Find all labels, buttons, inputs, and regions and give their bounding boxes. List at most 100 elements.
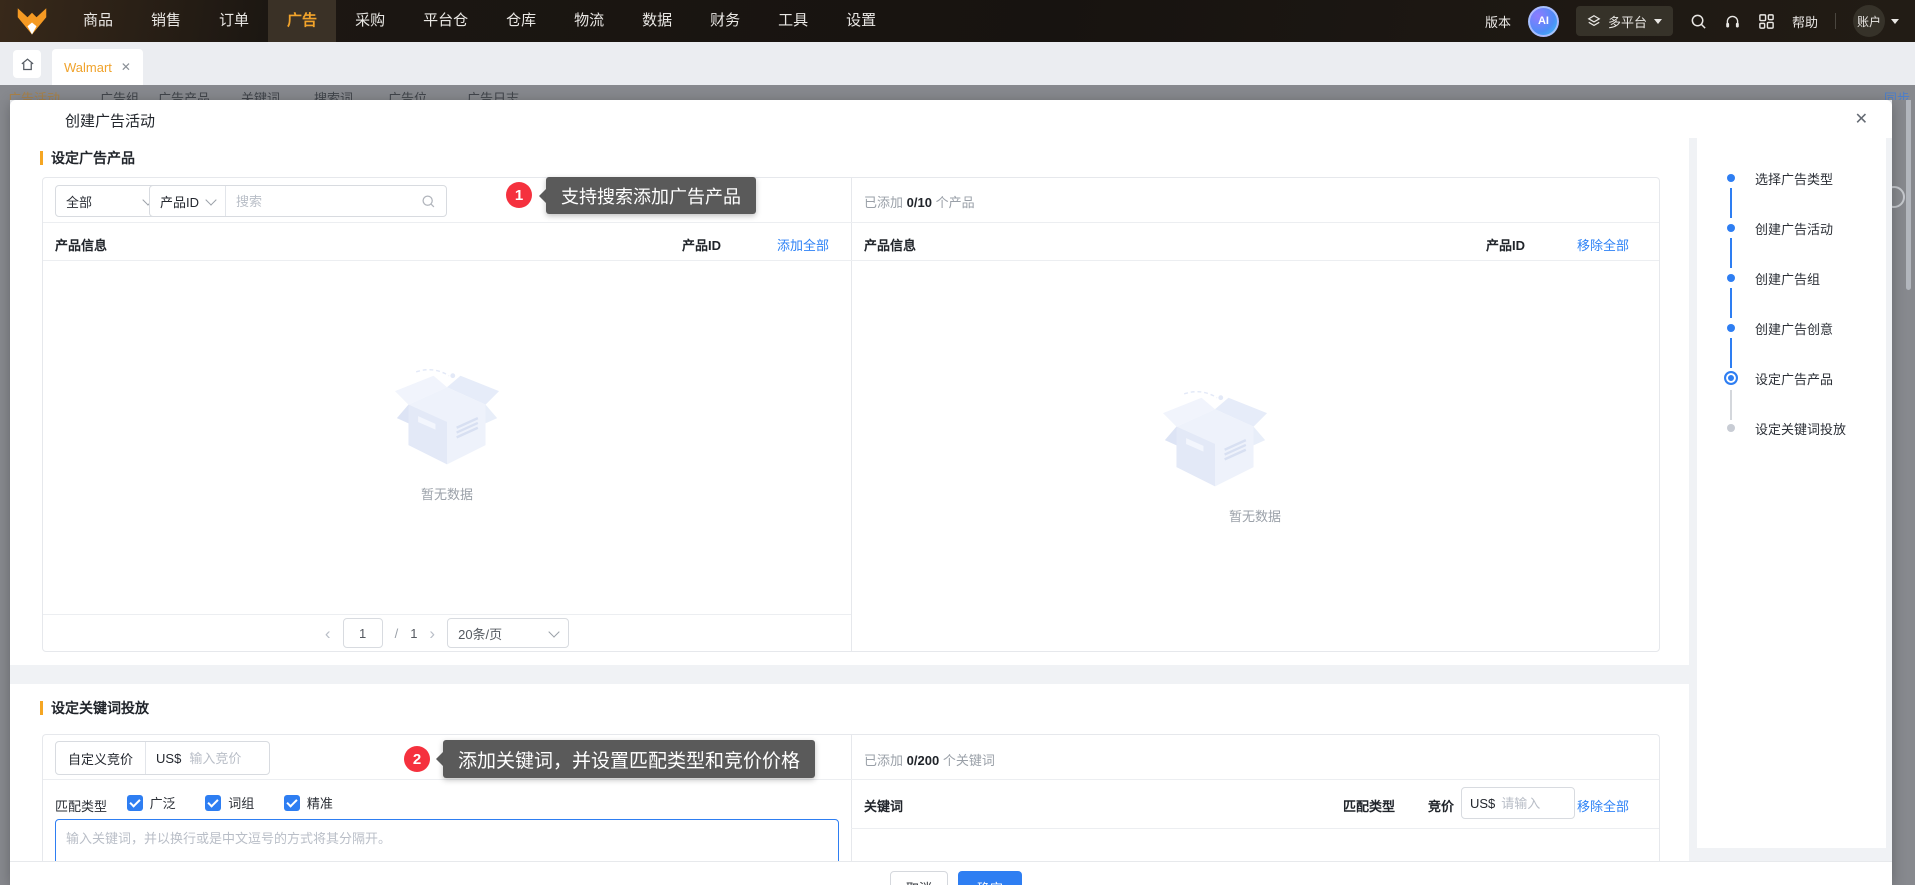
bid-mode-label[interactable]: 自定义竞价	[56, 749, 145, 768]
close-tab-icon[interactable]: ✕	[121, 60, 131, 74]
menu-item-tools[interactable]: 工具	[759, 0, 827, 42]
prev-page-icon[interactable]: ‹	[325, 625, 331, 642]
header-bid-group: US$	[1461, 787, 1575, 819]
checkbox-checked-icon[interactable]	[283, 794, 300, 811]
step-create-adgroup[interactable]: 创建广告组	[1697, 270, 1886, 287]
col-header-keyword: 关键词	[864, 799, 904, 814]
product-search-input[interactable]	[226, 193, 421, 209]
step-label: 创建广告组	[1755, 271, 1821, 287]
currency-label: US$	[1470, 795, 1496, 811]
menu-item-warehouse[interactable]: 仓库	[487, 0, 555, 42]
help-link[interactable]: 帮助	[1792, 12, 1818, 31]
layers-icon	[1587, 14, 1601, 28]
added-prefix: 已添加	[864, 195, 904, 210]
home-tab-button[interactable]	[13, 50, 41, 78]
page-tabbar: Walmart ✕	[0, 42, 1915, 85]
platform-switcher[interactable]: 多平台	[1575, 6, 1673, 36]
col-header-product-id: 产品ID	[681, 238, 721, 253]
ai-assistant-button[interactable]: AI	[1527, 5, 1559, 37]
modal-close-icon[interactable]: ✕	[1855, 109, 1868, 129]
next-page-icon[interactable]: ›	[429, 625, 435, 642]
match-option-broad[interactable]: 广泛	[126, 793, 176, 812]
page-scrollbar[interactable]	[1906, 100, 1911, 290]
step-dot-current	[1724, 371, 1738, 385]
empty-box-illustration	[347, 368, 547, 474]
section-title: 设定广告产品	[51, 150, 135, 166]
step-set-keywords[interactable]: 设定关键词投放	[1697, 420, 1886, 437]
add-all-link[interactable]: 添加全部	[777, 235, 829, 254]
panel-divider	[851, 178, 852, 651]
apps-grid-icon[interactable]	[1758, 13, 1775, 30]
chevron-down-icon	[1653, 18, 1662, 24]
section-header-keywords: 设定关键词投放	[40, 698, 149, 718]
col-header-product-id-right: 产品ID	[1485, 238, 1525, 253]
menu-item-settings[interactable]: 设置	[827, 0, 895, 42]
match-type-row: 匹配类型 广泛 词组 精准	[55, 793, 359, 815]
panel-divider	[851, 735, 852, 861]
row-border	[43, 260, 1659, 261]
match-option-label: 广泛	[149, 796, 176, 811]
bg-tab-adproducts: 广告产品	[158, 91, 211, 100]
menu-item-purchase[interactable]: 采购	[336, 0, 404, 42]
version-link[interactable]: 版本	[1485, 12, 1511, 31]
row-border-right-only	[851, 828, 1659, 829]
step-select-ad-type[interactable]: 选择广告类型	[1697, 170, 1886, 187]
headset-support-icon[interactable]	[1724, 13, 1741, 30]
tooltip-text: 添加关键词，并设置匹配类型和竞价价格	[458, 750, 801, 772]
menu-item-logistics[interactable]: 物流	[555, 0, 623, 42]
added-count: 0/200	[906, 753, 940, 768]
step-label: 选择广告类型	[1755, 171, 1834, 187]
page-size-select[interactable]: 20条/页	[447, 618, 570, 648]
account-menu[interactable]: 账户	[1853, 5, 1899, 37]
checkbox-checked-icon[interactable]	[126, 794, 143, 811]
menu-item-products[interactable]: 商品	[64, 0, 132, 42]
bg-tab-searchterms: 搜索词	[314, 91, 354, 100]
match-option-exact[interactable]: 精准	[283, 793, 333, 812]
step-connector	[1730, 390, 1732, 420]
menu-item-platform-warehouse[interactable]: 平台仓	[404, 0, 487, 42]
menu-item-finance[interactable]: 财务	[691, 0, 759, 42]
menu-item-data[interactable]: 数据	[623, 0, 691, 42]
platform-label: 多平台	[1607, 14, 1647, 30]
menu-item-sales[interactable]: 销售	[132, 0, 200, 42]
modal-footer: 取消 确定	[10, 861, 1892, 885]
match-type-label: 匹配类型	[55, 798, 108, 814]
logo-fox-icon[interactable]	[0, 6, 64, 36]
checkbox-checked-icon[interactable]	[205, 794, 222, 811]
step-dot	[1727, 174, 1735, 182]
search-field-select[interactable]: 产品ID	[150, 192, 225, 211]
tab-walmart[interactable]: Walmart ✕	[52, 49, 143, 85]
remove-all-link[interactable]: 移除全部	[1577, 235, 1629, 254]
step-set-products[interactable]: 设定广告产品	[1697, 370, 1886, 387]
chevron-down-icon	[205, 193, 217, 206]
menu-item-ads[interactable]: 广告	[268, 0, 337, 42]
empty-state-left: 暂无数据	[347, 368, 547, 503]
guide-tooltip-1: 支持搜索添加广告产品	[539, 177, 756, 214]
header-bid-input[interactable]	[1499, 794, 1564, 812]
match-option-phrase[interactable]: 词组	[205, 793, 254, 812]
remove-all-keywords-link[interactable]: 移除全部	[1577, 796, 1629, 815]
current-page-box[interactable]: 1	[342, 618, 383, 648]
search-icon[interactable]	[1690, 13, 1707, 30]
col-header-product-info-right: 产品信息	[864, 238, 917, 253]
top-navbar: 商品 销售 订单 广告 采购 平台仓 仓库 物流 数据 财务 工具 设置 版本 …	[0, 0, 1915, 42]
step-create-campaign[interactable]: 创建广告活动	[1697, 220, 1886, 237]
keywords-textarea[interactable]	[56, 820, 838, 861]
scope-select[interactable]: 全部	[55, 185, 163, 217]
step-create-creative[interactable]: 创建广告创意	[1697, 320, 1886, 337]
added-suffix: 个产品	[935, 195, 975, 210]
menu-item-orders[interactable]: 订单	[200, 0, 268, 42]
guide-tooltip-2: 添加关键词，并设置匹配类型和竞价价格	[435, 740, 816, 778]
added-suffix: 个关键词	[942, 753, 995, 768]
tab-label: Walmart	[64, 59, 112, 75]
col-header-match-type: 匹配类型	[1343, 799, 1396, 814]
search-field-value: 产品ID	[160, 194, 200, 210]
confirm-button[interactable]: 确定	[958, 871, 1022, 885]
bid-amount-input[interactable]	[187, 749, 270, 767]
products-panel: 全部 产品ID 产品信息	[42, 177, 1660, 652]
chevron-down-icon	[548, 625, 560, 638]
background-circle-fragment	[1892, 186, 1905, 208]
cancel-button[interactable]: 取消	[890, 871, 948, 885]
page-size-value: 20条/页	[458, 626, 503, 642]
search-magnifier-icon[interactable]	[421, 194, 446, 209]
